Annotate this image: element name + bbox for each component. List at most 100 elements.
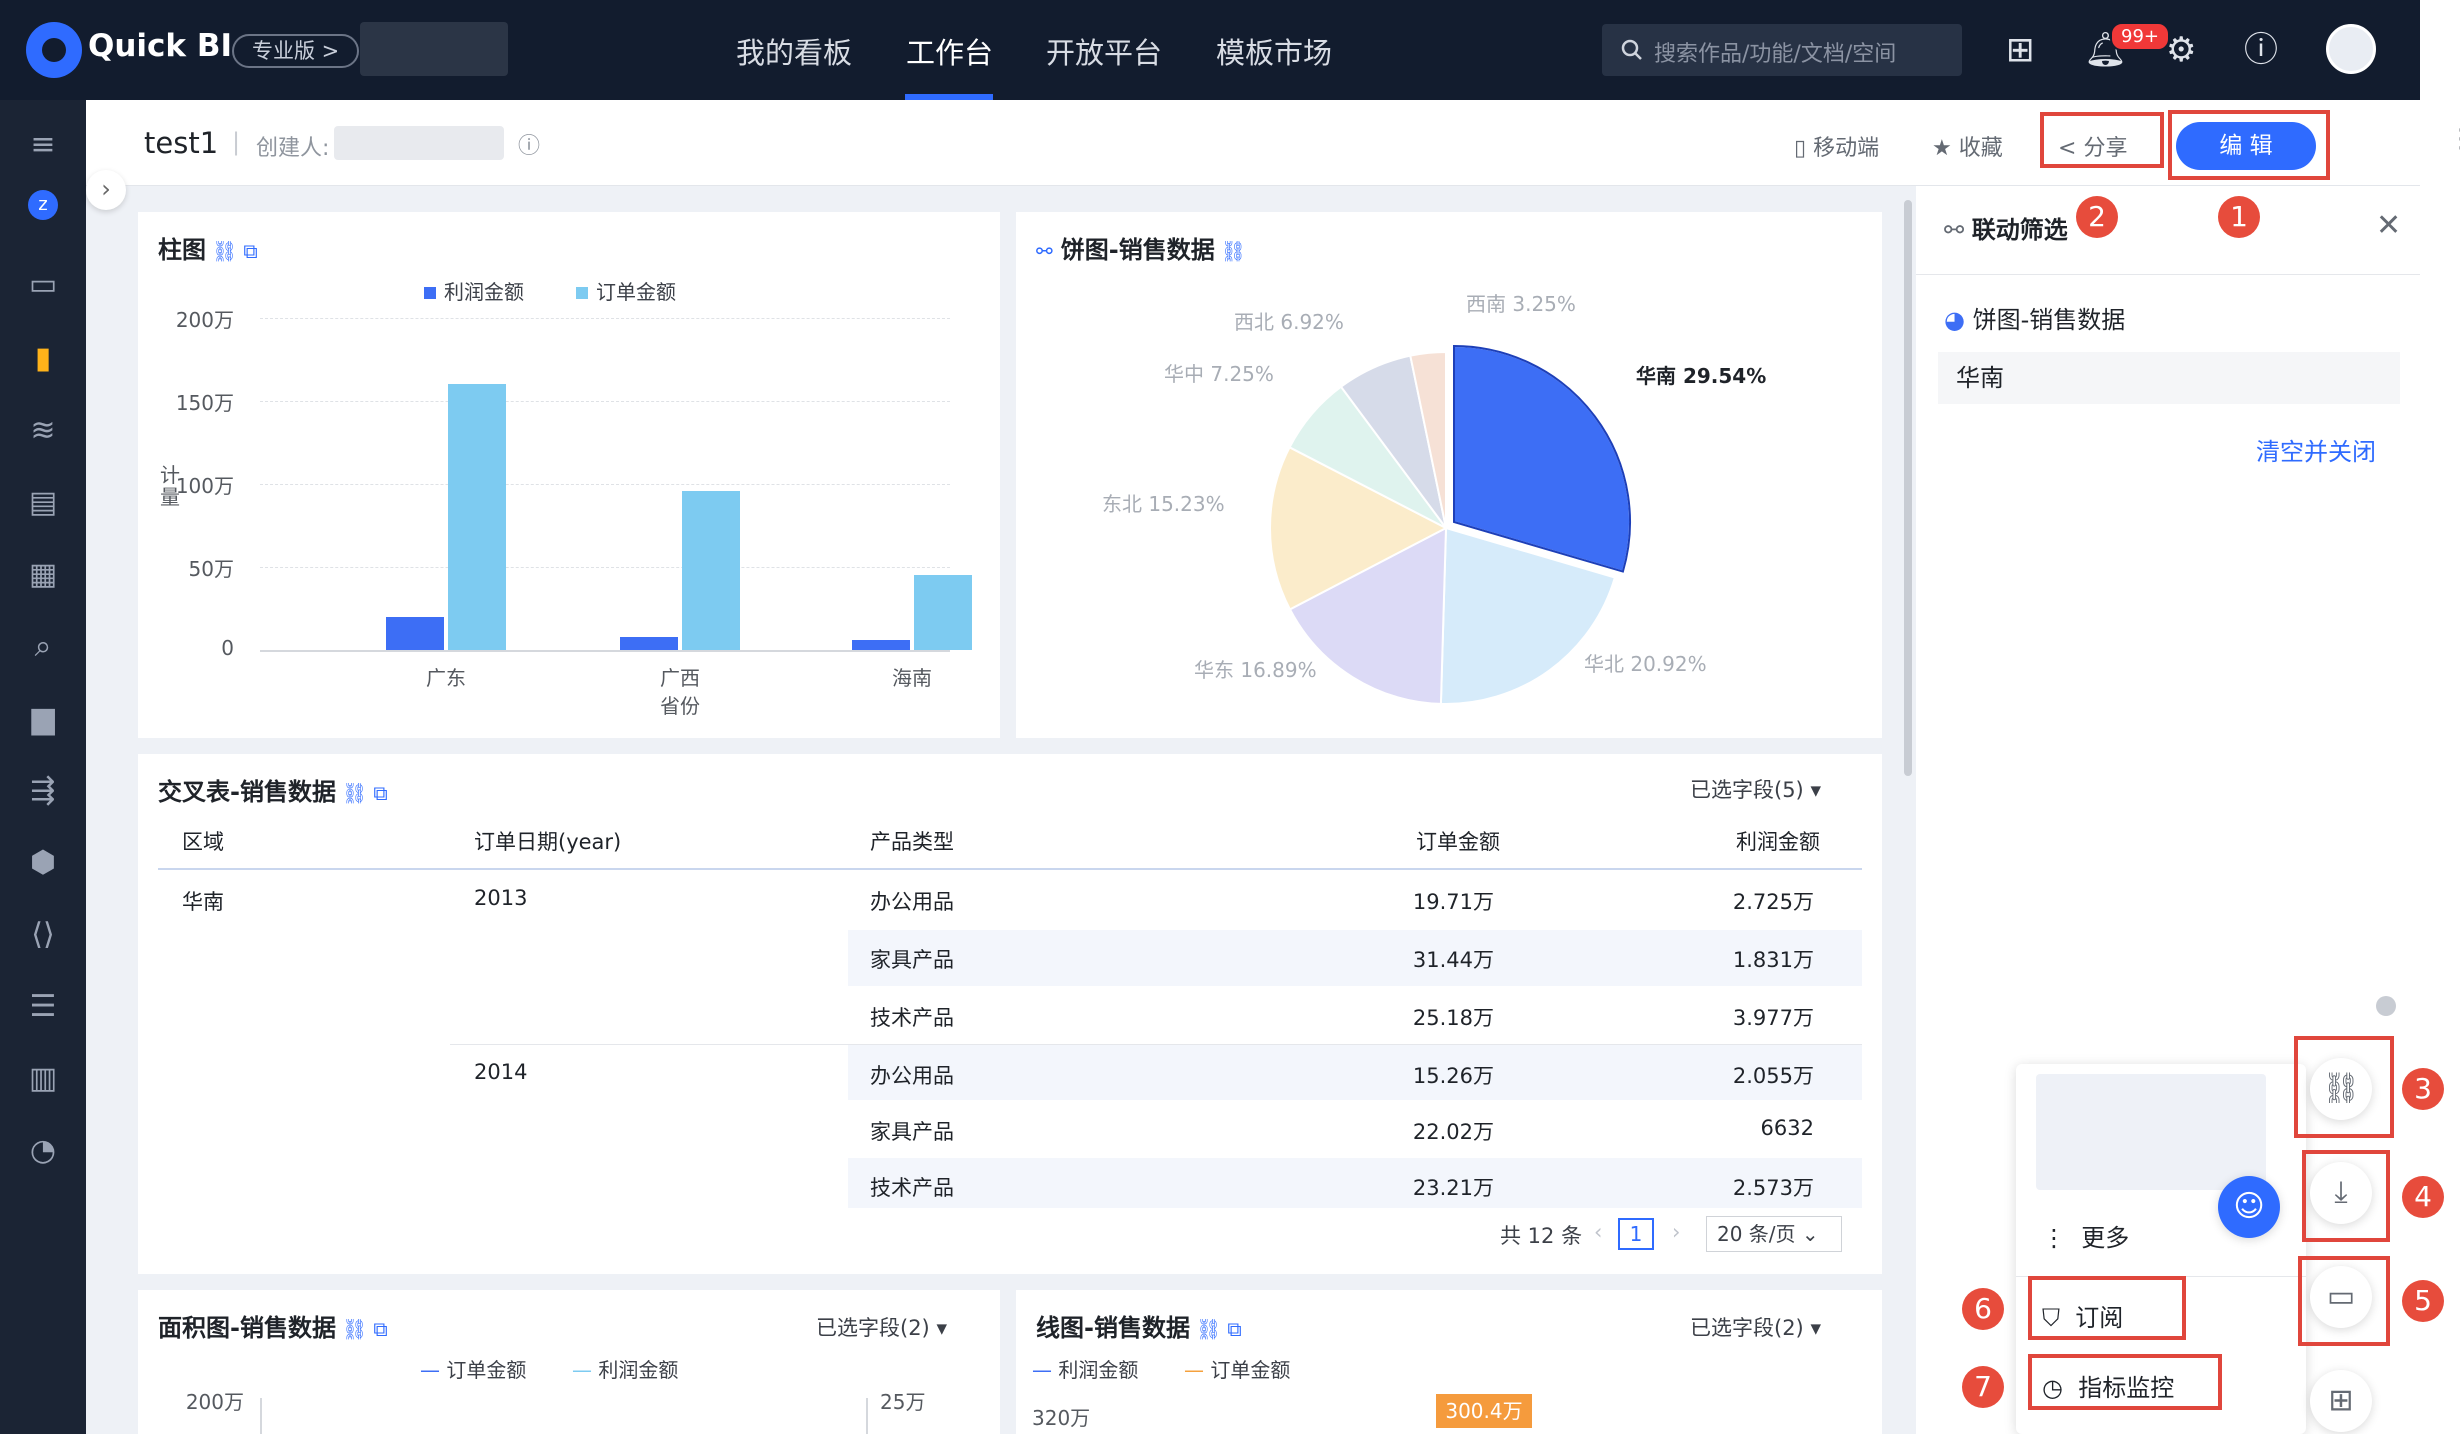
area-legend-order[interactable]: — 订单金额 — [420, 1354, 526, 1383]
gridline — [260, 401, 950, 402]
selected-fields-dropdown[interactable]: 已选字段(2) ▾ — [816, 1312, 947, 1342]
minimize-dot[interactable] — [2376, 996, 2396, 1016]
close-icon[interactable]: ✕ — [2376, 208, 2401, 243]
table-icon[interactable]: ▦ — [25, 560, 61, 590]
apps-grid-icon[interactable]: ⊞ — [2006, 30, 2035, 70]
nav-my-dashboard[interactable]: 我的看板 — [736, 30, 852, 72]
bar-legend-order[interactable]: 订单金额 — [576, 276, 676, 305]
box-icon[interactable]: ⬢ — [25, 848, 61, 878]
legend-label: 利润金额 — [1058, 1358, 1139, 1382]
bar-广东-利润金额[interactable] — [386, 616, 444, 650]
page-size-label: 20 条/页 — [1717, 1222, 1796, 1246]
selected-fields-dropdown[interactable]: 已选字段(2) ▾ — [1690, 1312, 1821, 1342]
flow-icon[interactable]: ⇶ — [25, 776, 61, 806]
col-header-profit: 利润金额 — [1736, 830, 1820, 854]
search-icon — [1621, 39, 1642, 60]
gear-icon[interactable]: ⚙ — [2166, 30, 2196, 70]
highlight-download — [2302, 1150, 2390, 1242]
search-doc-icon[interactable]: ⌕ — [25, 632, 61, 662]
document-icon[interactable]: ▆ — [25, 704, 61, 734]
bar-chart-title-text: 柱图 — [158, 236, 206, 264]
page-size-select[interactable]: 20 条/页 ⌄ — [1706, 1216, 1842, 1252]
link-icon[interactable]: ⛓ — [342, 781, 367, 805]
clear-and-close-link[interactable]: 清空并关闭 — [2256, 432, 2376, 467]
copy-icon[interactable]: ⧉ — [1227, 1317, 1241, 1341]
info-icon[interactable]: ⓘ — [518, 128, 540, 160]
pie-label-xibei: 西北 6.92% — [1234, 310, 1344, 334]
line-chart-title-text: 线图-销售数据 — [1036, 1314, 1190, 1342]
screen-chart-icon[interactable]: ▤ — [25, 488, 61, 518]
nav-workbench[interactable]: 工作台 — [906, 30, 993, 72]
collapse-menu-icon[interactable]: ≡ — [25, 130, 61, 160]
y-tick: 50万 — [188, 557, 234, 581]
avatar[interactable] — [2326, 24, 2376, 74]
y-tick: 200万 — [185, 1390, 244, 1414]
quickbi-logo-icon[interactable] — [26, 22, 82, 78]
help-icon[interactable]: ⓘ — [2244, 30, 2278, 70]
page-number-button[interactable]: 1 — [1618, 1218, 1654, 1250]
expand-toggle-icon[interactable]: › — [86, 170, 126, 210]
link-icon[interactable]: ⛓ — [342, 1317, 367, 1341]
bar-广西-订单金额[interactable] — [682, 490, 740, 650]
prev-page-icon[interactable]: ‹ — [1594, 1220, 1602, 1244]
code-icon[interactable]: ⟨⟩ — [25, 920, 61, 950]
monitor-icon[interactable]: ▭ — [25, 270, 61, 300]
nav-open-platform[interactable]: 开放平台 — [1046, 30, 1162, 72]
analytics-icon[interactable]: ▥ — [25, 1064, 61, 1094]
bar-legend-profit[interactable]: 利润金额 — [424, 276, 524, 305]
filter-value[interactable]: 华南 — [1938, 352, 2400, 404]
mobile-label: 移动端 — [1813, 136, 1880, 161]
more-label: 更多 — [2081, 1224, 2130, 1252]
area-legend-profit[interactable]: — 利润金额 — [572, 1354, 678, 1383]
y-tick: 150万 — [175, 391, 234, 415]
legend-label: 订单金额 — [596, 280, 676, 304]
edition-badge[interactable]: 专业版 > — [232, 34, 360, 68]
gridline — [260, 484, 950, 485]
copy-icon[interactable]: ⧉ — [373, 781, 387, 805]
table-cell: 19.71万 — [1412, 890, 1494, 914]
pie-svg[interactable] — [1016, 212, 1882, 738]
grid-float-icon[interactable]: ⊞ — [2310, 1370, 2372, 1432]
caret-down-icon: ▾ — [1810, 1316, 1821, 1340]
y-tick: 200万 — [175, 308, 234, 332]
search-input[interactable]: 搜索作品/功能/文档/空间 — [1602, 24, 1962, 76]
scrollbar[interactable] — [1904, 200, 1912, 776]
more-vert-icon: ⋮ — [2042, 1224, 2082, 1252]
mobile-button[interactable]: ▯ 移动端 — [1794, 130, 1879, 162]
gauge-icon[interactable]: ◔ — [25, 1136, 61, 1166]
nav-template-market[interactable]: 模板市场 — [1216, 30, 1332, 72]
divider: | — [232, 128, 241, 156]
storage-icon[interactable]: ☰ — [25, 992, 61, 1022]
legend-swatch: — — [572, 1358, 599, 1382]
workspace-z-icon[interactable]: z — [28, 190, 58, 220]
link-icon[interactable]: ⛓ — [1196, 1317, 1221, 1341]
workspace-selector[interactable] — [360, 22, 508, 76]
bar-广西-利润金额[interactable] — [620, 636, 678, 650]
y-tick: 320万 — [1032, 1406, 1091, 1430]
bar-海南-订单金额[interactable] — [914, 575, 972, 650]
line-legend-order[interactable]: — 订单金额 — [1184, 1354, 1290, 1383]
col-header-year: 订单日期(year) — [474, 830, 622, 854]
more-options-icon[interactable]: ⋮ — [2448, 124, 2460, 154]
line-legend-profit[interactable]: — 利润金额 — [1032, 1354, 1138, 1383]
table-cell: 1.831万 — [1732, 948, 1814, 972]
link-icon[interactable]: ⛓ — [212, 239, 237, 263]
bar-广东-订单金额[interactable] — [448, 384, 506, 650]
copy-icon[interactable]: ⧉ — [373, 1317, 387, 1341]
favorite-button[interactable]: ★ 收藏 — [1932, 130, 2003, 162]
creator-label: 创建人: — [256, 136, 330, 161]
chat-assistant-icon[interactable]: ☺ — [2218, 1176, 2280, 1238]
selected-fields-dropdown[interactable]: 已选字段(5) ▾ — [1690, 774, 1821, 804]
table-cell: 3.977万 — [1732, 1006, 1814, 1030]
next-page-icon[interactable]: › — [1672, 1220, 1680, 1244]
chart-bars-icon[interactable]: ▮ — [25, 344, 61, 374]
x-tick: 广西 — [660, 666, 700, 690]
highlight-share — [2040, 112, 2164, 168]
copy-icon[interactable]: ⧉ — [243, 239, 257, 263]
more-menu-item[interactable]: ⋮ 更多 — [2042, 1218, 2129, 1253]
linkage-icon: ⚯ — [1944, 216, 1972, 244]
bar-海南-利润金额[interactable] — [852, 640, 910, 650]
bar-chart-title: 柱图 ⛓ ⧉ — [158, 230, 258, 265]
legend-swatch: — — [1032, 1358, 1059, 1382]
layers-icon[interactable]: ≋ — [25, 416, 61, 446]
